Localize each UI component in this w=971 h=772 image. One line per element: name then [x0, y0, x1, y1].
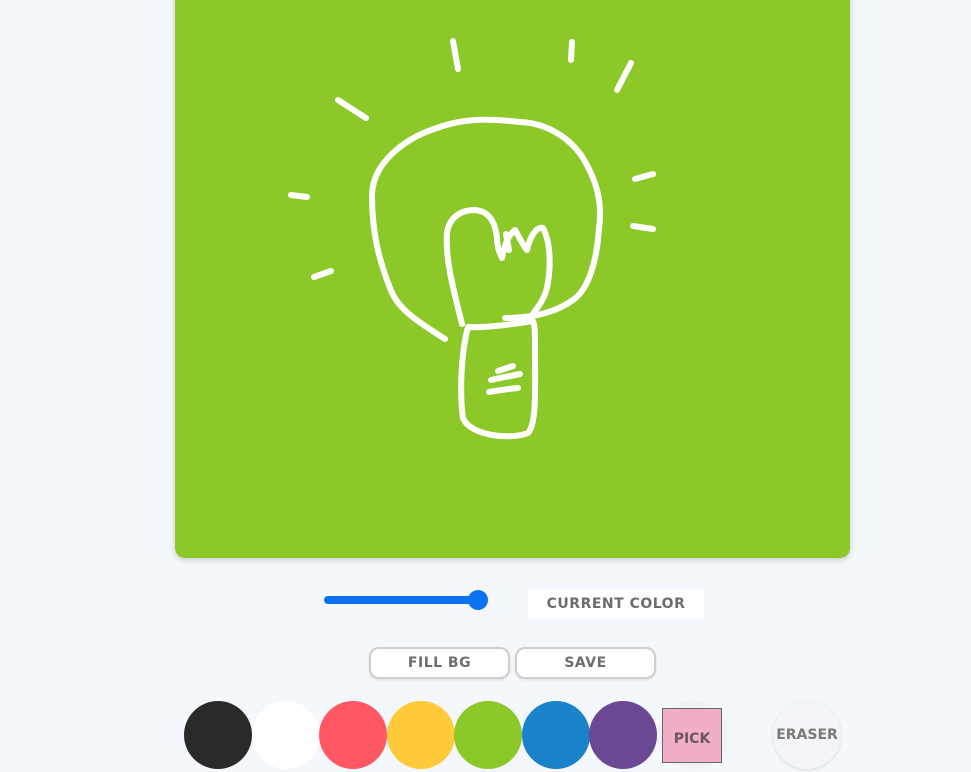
sketch-ray: [288, 192, 310, 200]
sketch-ray: [568, 39, 575, 63]
sketch-ray: [630, 223, 656, 232]
color-swatch-blue[interactable]: [522, 701, 590, 769]
sketch-base-line: [486, 385, 521, 395]
drawing-canvas[interactable]: [175, 0, 850, 558]
canvas-background: [175, 0, 850, 558]
color-picker-preview[interactable]: PICK: [662, 708, 722, 763]
color-swatch-green[interactable]: [454, 701, 522, 769]
brush-size-slider[interactable]: [324, 590, 500, 610]
color-picker-button[interactable]: PICK: [657, 701, 729, 769]
color-swatch-white[interactable]: [252, 701, 320, 769]
eraser-button[interactable]: ERASER: [773, 701, 841, 769]
color-swatch-purple[interactable]: [589, 701, 657, 769]
current-color-indicator: CURRENT COLOR: [528, 589, 704, 619]
color-swatch-black[interactable]: [184, 701, 252, 769]
fill-bg-button[interactable]: FILL BG: [369, 647, 510, 679]
slider-thumb[interactable]: [468, 590, 488, 610]
color-swatch-yellow[interactable]: [387, 701, 455, 769]
color-swatch-red[interactable]: [319, 701, 387, 769]
current-color-label: CURRENT COLOR: [546, 596, 686, 612]
pick-label: PICK: [673, 730, 711, 747]
fill-bg-label: FILL BG: [407, 655, 472, 671]
sketch-filament: [503, 231, 512, 253]
save-button[interactable]: SAVE: [515, 647, 656, 679]
slider-track: [324, 596, 478, 604]
drawing-app: CURRENT COLOR FILL BG SAVE PICK ERASER: [0, 0, 971, 772]
save-label: SAVE: [564, 655, 607, 671]
eraser-label: ERASER: [776, 727, 838, 743]
